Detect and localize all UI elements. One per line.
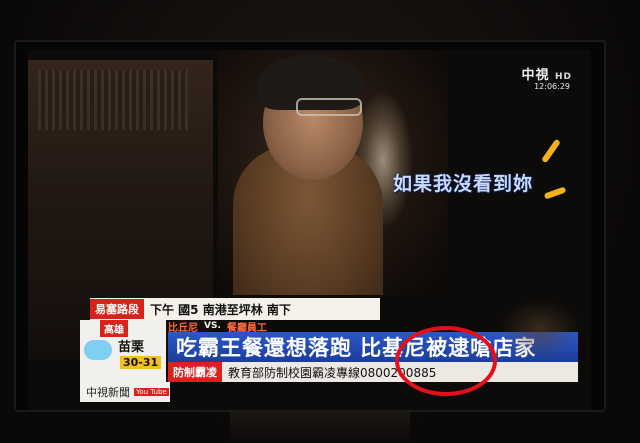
sub-headline-vs: VS. bbox=[204, 321, 221, 331]
sparkle-icon bbox=[541, 138, 561, 164]
traffic-ticker: 易塞路段 下午 國5 南港至坪林 南下 bbox=[90, 298, 380, 320]
traffic-tag: 易塞路段 bbox=[90, 299, 144, 319]
glasses bbox=[296, 98, 362, 116]
channel-hd-badge: HD bbox=[554, 72, 572, 82]
weather-temp: 30-31 bbox=[120, 356, 162, 369]
hotline-ticker: 防制霸凌 教育部防制校園霸凌專線0800200885 bbox=[168, 362, 578, 382]
channel-logo-text: 中視 bbox=[521, 68, 550, 83]
hotline-tag: 防制霸凌 bbox=[168, 362, 222, 382]
youtube-icon: You Tube bbox=[134, 388, 169, 396]
tv-stand bbox=[230, 412, 410, 443]
broadcast-clock: 12:06:29 bbox=[534, 82, 570, 91]
sparkle-icon bbox=[543, 186, 567, 200]
screen-reflection bbox=[500, 300, 580, 360]
red-circle-annotation bbox=[395, 326, 497, 396]
station-id: 中視新聞 You Tube bbox=[80, 382, 170, 402]
overlay-subtitle: 如果我沒看到妳 bbox=[393, 173, 534, 195]
traffic-text: 下午 國5 南港至坪林 南下 bbox=[150, 302, 291, 317]
weather-tag: 高雄 bbox=[100, 320, 128, 337]
channel-logo: 中視 HD bbox=[521, 64, 572, 83]
cloud-icon bbox=[84, 340, 112, 360]
weather-city: 苗栗 bbox=[118, 340, 145, 355]
weather-box: 高雄 苗栗 30-31 bbox=[80, 320, 166, 390]
station-name: 中視新聞 bbox=[86, 386, 130, 399]
window-blind bbox=[38, 70, 188, 130]
